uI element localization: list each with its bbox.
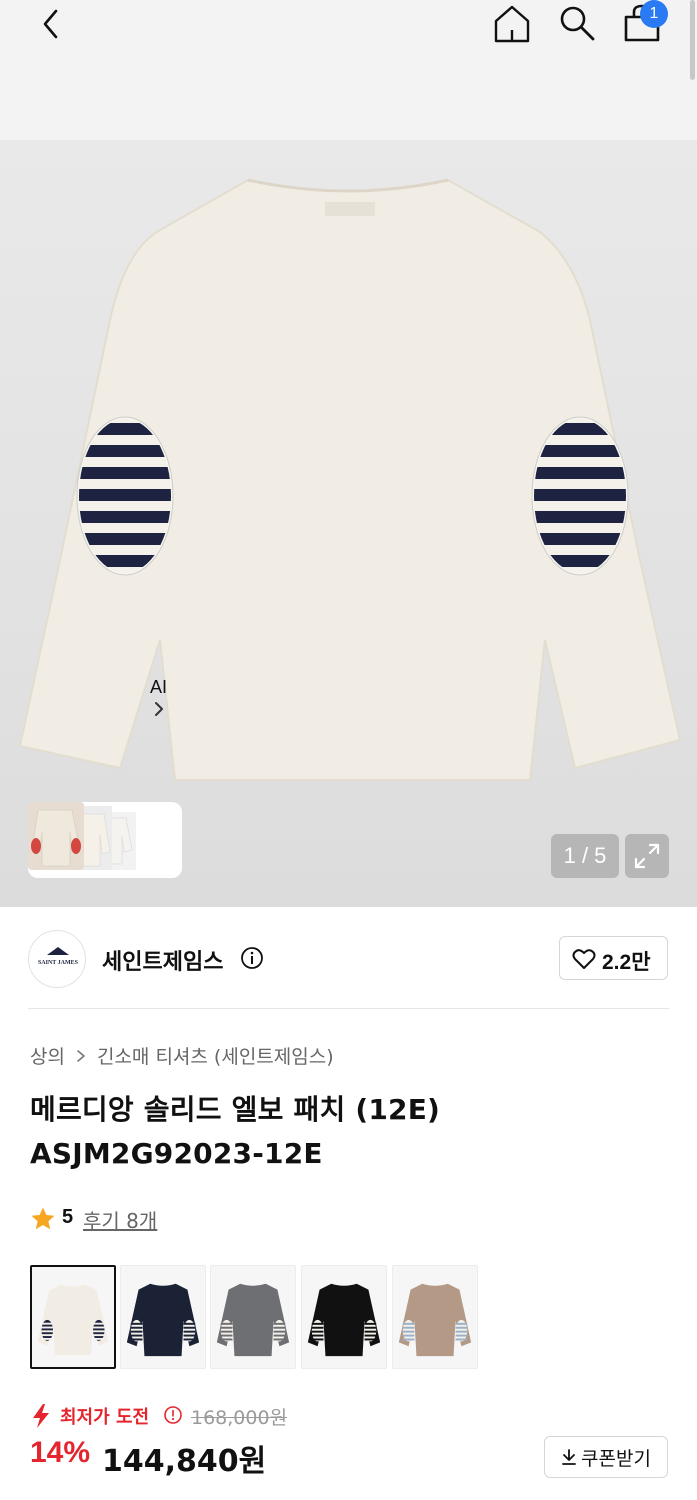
coupon-button[interactable]: 쿠폰받기	[544, 1436, 668, 1478]
image-counter: 1 / 5	[551, 834, 619, 878]
download-icon	[562, 1449, 576, 1465]
heart-icon	[572, 949, 596, 969]
star-icon	[30, 1206, 56, 1232]
brand-logo-text: SAINT JAMES	[38, 960, 79, 966]
info-icon[interactable]	[163, 1405, 183, 1425]
product-title: 메르디앙 솔리드 엘보 패치 (12E) ASJM2G92023-12E	[30, 1093, 441, 1170]
divider	[28, 1008, 669, 1009]
promo-label: 최저가 도전	[60, 1407, 150, 1428]
expand-icon[interactable]	[625, 834, 669, 878]
cart-count-badge: 1	[640, 0, 668, 28]
color-swatch-image	[307, 1283, 381, 1357]
color-swatch-image	[216, 1283, 290, 1357]
color-swatch-image	[37, 1284, 109, 1356]
info-icon[interactable]	[240, 946, 264, 970]
discount-rate: 14%	[30, 1436, 91, 1469]
search-icon[interactable]	[558, 4, 596, 42]
original-price: 168,000원	[191, 1407, 288, 1429]
review-link[interactable]: 후기 8개	[83, 1205, 157, 1234]
color-swatch-black[interactable]	[301, 1265, 387, 1369]
sale-price: 144,840원	[102, 1444, 267, 1479]
breadcrumb-subcategory[interactable]: 긴소매 티셔츠 (세인트제임스)	[97, 1042, 334, 1069]
ai-styling-thumbnail	[28, 802, 136, 870]
home-icon[interactable]	[492, 2, 532, 44]
product-image-gallery[interactable]	[0, 140, 697, 907]
brand-name[interactable]: 세인트제임스	[102, 944, 223, 976]
chevron-right-icon[interactable]	[152, 700, 166, 718]
chevron-right-icon	[77, 1049, 85, 1062]
rating-score: 5	[62, 1206, 74, 1228]
color-swatch-navy[interactable]	[120, 1265, 206, 1369]
color-swatch-grey[interactable]	[210, 1265, 296, 1369]
color-swatch-image	[126, 1283, 200, 1357]
ai-label: AI	[150, 677, 168, 697]
product-image-shirt	[18, 178, 682, 781]
color-swatch-beige[interactable]	[392, 1265, 478, 1369]
color-swatch-image	[398, 1283, 472, 1357]
lightning-icon	[30, 1403, 52, 1429]
color-swatch-ecru[interactable]	[30, 1265, 116, 1369]
coupon-label: 쿠폰받기	[581, 1447, 651, 1470]
brand-logo[interactable]: SAINT JAMES	[28, 930, 86, 988]
scroll-indicator[interactable]	[690, 0, 695, 80]
back-icon[interactable]	[36, 6, 66, 42]
breadcrumb-category[interactable]: 상의	[30, 1042, 65, 1069]
ai-styling-card[interactable]	[28, 802, 182, 878]
like-button[interactable]: 2.2만	[559, 936, 668, 980]
like-count: 2.2만	[602, 951, 651, 974]
breadcrumb: 상의 긴소매 티셔츠 (세인트제임스)	[30, 1042, 334, 1069]
